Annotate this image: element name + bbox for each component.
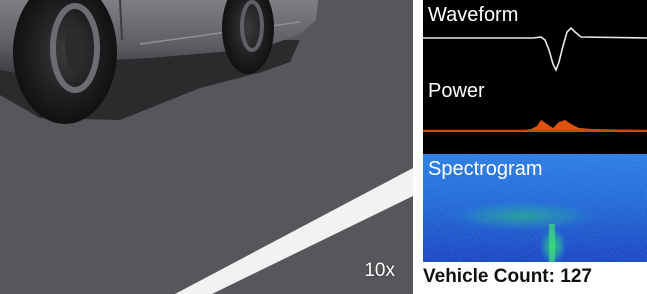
road-scene <box>0 0 413 294</box>
vehicle-count-label: Vehicle Count: <box>423 266 555 287</box>
spectrogram-title: Spectrogram <box>428 158 543 180</box>
waveform-title: Waveform <box>428 4 519 26</box>
playback-speed-label: 10x <box>364 260 395 281</box>
waveform-line <box>423 26 647 72</box>
signal-panels: Waveform Power Spectrogram <box>423 0 647 262</box>
power-panel: Power <box>423 76 647 154</box>
camera-view: 10x <box>0 0 413 294</box>
waveform-panel: Waveform <box>423 0 647 76</box>
vehicle-count: Vehicle Count: 127 <box>423 266 647 292</box>
vehicle-count-value: 127 <box>560 266 592 287</box>
spectrogram-panel: Spectrogram <box>423 154 647 262</box>
power-title: Power <box>428 80 485 102</box>
